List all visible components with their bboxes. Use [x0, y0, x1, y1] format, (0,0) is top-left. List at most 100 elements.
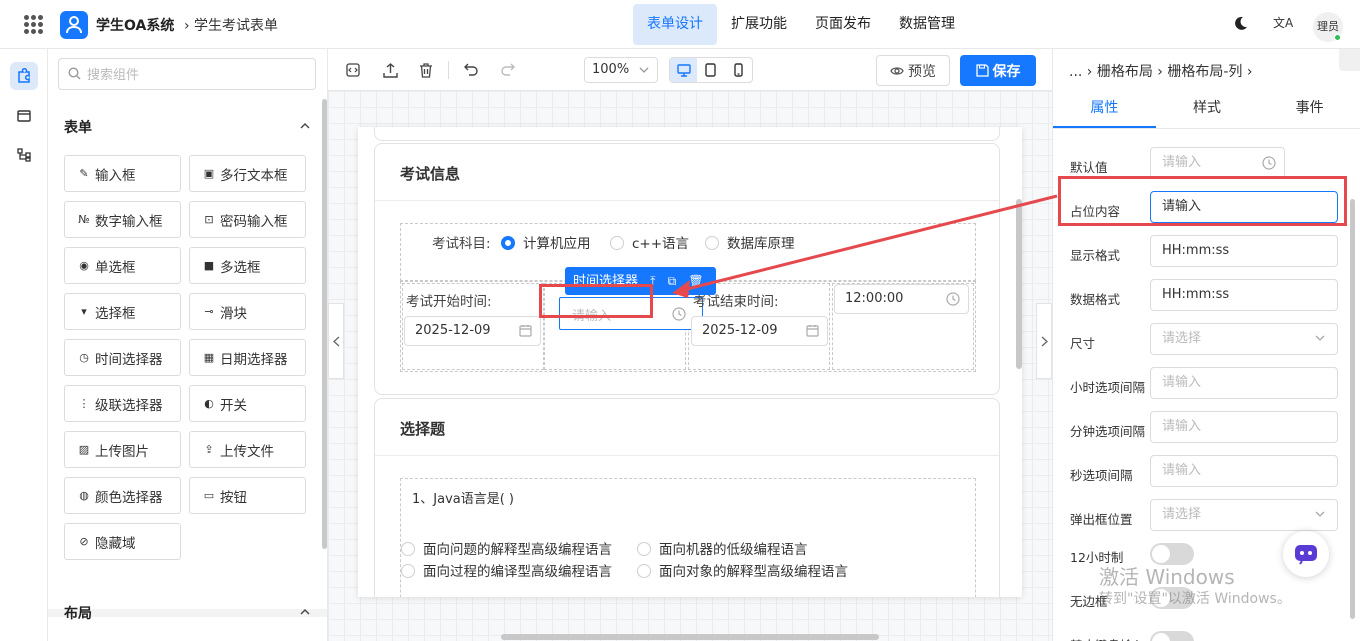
- prop-input[interactable]: 请输入: [1150, 455, 1338, 487]
- component-label: 多行文本框: [220, 167, 288, 184]
- tablet-icon[interactable]: [697, 58, 724, 82]
- end-time-value: 12:00:00: [845, 291, 904, 306]
- canvas-vertical-scrollbar[interactable]: [1016, 199, 1022, 369]
- component-lock-button[interactable]: ⊡ 密码输入框: [189, 201, 306, 238]
- component-button-button[interactable]: ▭ 按钮: [189, 477, 306, 514]
- answer-option-4-label: 面向对象的解释型高级编程语言: [659, 564, 848, 580]
- language-icon[interactable]: 文A: [1273, 14, 1293, 31]
- component-upload-button[interactable]: ⇪ 上传文件: [189, 431, 306, 468]
- tab-properties[interactable]: 属性: [1053, 89, 1156, 128]
- rail-components-icon[interactable]: [10, 62, 38, 90]
- end-date-field[interactable]: 2025-12-09: [691, 316, 828, 346]
- component-palette-button[interactable]: ◍ 颜色选择器: [64, 477, 181, 514]
- subject-option-2[interactable]: c++语言: [610, 232, 689, 252]
- component-checkbox-button[interactable]: ■ 多选框: [189, 247, 306, 284]
- component-radio-button[interactable]: ◉ 单选框: [64, 247, 181, 284]
- prop-input[interactable]: 请选择: [1150, 323, 1338, 355]
- collapse-right-tab[interactable]: [1036, 303, 1052, 379]
- component-label: 按钮: [220, 489, 247, 506]
- code-view-icon[interactable]: [344, 61, 362, 79]
- redo-icon[interactable]: [498, 61, 516, 79]
- export-icon[interactable]: [381, 61, 399, 79]
- user-avatar[interactable]: 理员: [1313, 12, 1343, 42]
- clock-icon: [1262, 156, 1276, 170]
- assistant-bot-icon[interactable]: [1283, 531, 1329, 577]
- apps-grid-icon[interactable]: [24, 15, 43, 34]
- search-icon: [68, 67, 81, 84]
- prop-value: 请输入: [1162, 419, 1202, 434]
- desktop-icon[interactable]: [670, 58, 698, 82]
- answer-option-2[interactable]: 面向机器的低级编程语言: [637, 538, 808, 558]
- tab-styles[interactable]: 样式: [1156, 89, 1259, 128]
- component-eye-off-button[interactable]: ⊘ 隐藏域: [64, 523, 181, 560]
- exam-info-card[interactable]: 考试信息 考试科目: 计算机应用 c++语言 数据库原理 考试开始时间: 202…: [374, 143, 1000, 395]
- copy-icon[interactable]: ⧉: [668, 267, 677, 295]
- prop-label: 默认值: [1070, 160, 1108, 175]
- component-image-button[interactable]: ▨ 上传图片: [64, 431, 181, 468]
- component-select-button[interactable]: ▾ 选择框: [64, 293, 181, 330]
- toggle-switch[interactable]: [1150, 631, 1194, 641]
- nav-page-publish[interactable]: 页面发布: [801, 4, 885, 45]
- nav-form-design[interactable]: 表单设计: [633, 4, 717, 45]
- breadcrumb[interactable]: › 学生考试表单: [184, 15, 278, 35]
- component-switch-button[interactable]: ◐ 开关: [189, 385, 306, 422]
- component-number-button[interactable]: № 数字输入框: [64, 201, 181, 238]
- component-clock-button[interactable]: ◷ 时间选择器: [64, 339, 181, 376]
- component-slider-button[interactable]: ⊸ 滑块: [189, 293, 306, 330]
- mobile-icon[interactable]: [725, 58, 752, 82]
- start-date-field[interactable]: 2025-12-09: [404, 316, 541, 346]
- prop-value: HH:mm:ss: [1162, 287, 1230, 302]
- dark-mode-moon-icon[interactable]: [1233, 16, 1248, 31]
- canvas-horizontal-scrollbar[interactable]: [501, 634, 879, 640]
- rail-tree-icon[interactable]: [10, 141, 38, 169]
- panel-corner-icon[interactable]: [1339, 49, 1360, 71]
- props-scrollbar[interactable]: [1350, 199, 1355, 619]
- tab-events[interactable]: 事件: [1258, 89, 1360, 128]
- prop-input[interactable]: HH:mm:ss: [1150, 235, 1338, 267]
- answer-option-1[interactable]: 面向问题的解释型高级编程语言: [401, 538, 612, 558]
- left-rail: [0, 49, 48, 641]
- prop-input[interactable]: 请输入: [1150, 367, 1338, 399]
- component-search-input[interactable]: [87, 65, 307, 85]
- choice-question-card[interactable]: 选择题 1、Java语言是( ) 面向问题的解释型高级编程语言 面向机器的低级编…: [374, 398, 1000, 597]
- previous-card: [374, 127, 1000, 141]
- undo-icon[interactable]: [462, 61, 480, 79]
- chevron-up-icon[interactable]: [300, 607, 310, 617]
- form-section-heading[interactable]: 表单: [64, 117, 92, 137]
- subject-option-1[interactable]: 计算机应用: [501, 232, 591, 252]
- component-edit-button[interactable]: ✎ 输入框: [64, 155, 181, 192]
- component-textarea-button[interactable]: ▣ 多行文本框: [189, 155, 306, 192]
- delete-icon[interactable]: [417, 61, 435, 79]
- nav-data-management[interactable]: 数据管理: [885, 4, 969, 45]
- prop-input[interactable]: 请输入: [1150, 147, 1285, 179]
- subject-option-3[interactable]: 数据库原理: [705, 232, 795, 252]
- rail-code-icon[interactable]: [10, 102, 38, 130]
- prop-input[interactable]: 请输入: [1150, 411, 1338, 443]
- component-label: 日期选择器: [220, 351, 288, 368]
- zoom-select[interactable]: 100%: [584, 57, 658, 83]
- panel-scrollbar[interactable]: [322, 99, 327, 549]
- answer-option-4[interactable]: 面向对象的解释型高级编程语言: [637, 560, 848, 580]
- component-calendar-button[interactable]: ▦ 日期选择器: [189, 339, 306, 376]
- component-search[interactable]: [58, 58, 316, 90]
- end-time-picker[interactable]: 12:00:00: [834, 284, 969, 314]
- chevron-left-icon: [332, 336, 339, 346]
- nav-extensions[interactable]: 扩展功能: [717, 4, 801, 45]
- collapse-left-tab[interactable]: [328, 303, 344, 379]
- prop-value: 请选择: [1162, 331, 1202, 346]
- preview-button[interactable]: 预览: [876, 55, 950, 86]
- lock-icon: ⊡: [204, 213, 214, 226]
- prop-input[interactable]: 请选择: [1150, 499, 1338, 531]
- layout-section-heading[interactable]: 布局: [64, 603, 92, 623]
- highlight-box: [539, 284, 653, 318]
- component-label: 上传文件: [220, 443, 274, 460]
- props-breadcrumb[interactable]: ... › 栅格布局 › 栅格布局-列 ›: [1069, 61, 1252, 81]
- component-cascader-button[interactable]: ⋮ 级联选择器: [64, 385, 181, 422]
- answer-option-3[interactable]: 面向过程的编译型高级编程语言: [401, 560, 612, 580]
- prop-value: 请输入: [1162, 463, 1202, 478]
- save-button[interactable]: 保存: [960, 55, 1036, 86]
- chevron-up-icon[interactable]: [300, 121, 310, 131]
- component-label: 上传图片: [95, 443, 149, 460]
- prop-input[interactable]: HH:mm:ss: [1150, 279, 1338, 311]
- windows-watermark-subtitle: 转到"设置"以激活 Windows。: [1099, 591, 1291, 607]
